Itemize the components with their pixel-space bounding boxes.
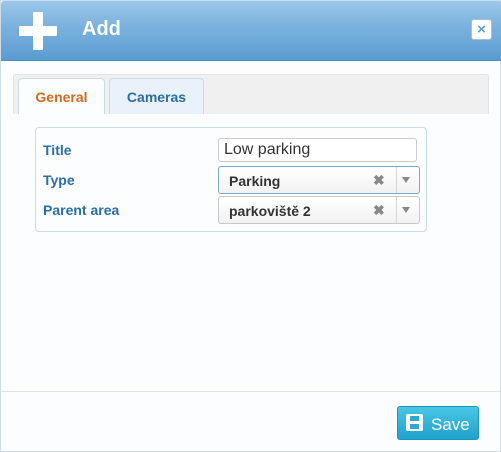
plus-icon [19, 12, 57, 50]
type-select-value: Parking [229, 173, 281, 189]
add-dialog: Add × General Cameras Title Type Parking… [0, 0, 501, 452]
chevron-down-icon[interactable] [402, 177, 410, 183]
tab-cameras[interactable]: Cameras [109, 78, 204, 115]
parent-area-label: Parent area [43, 202, 120, 218]
save-button[interactable]: Save [397, 406, 479, 440]
type-label: Type [43, 172, 75, 188]
clear-icon[interactable]: ✖ [373, 172, 385, 189]
save-button-label: Save [431, 415, 470, 434]
tab-bar: General Cameras [13, 74, 489, 115]
floppy-disk-icon [406, 414, 423, 431]
chevron-down-icon[interactable] [402, 207, 410, 213]
dialog-title: Add [82, 18, 121, 40]
title-input[interactable] [218, 138, 417, 162]
clear-icon[interactable]: ✖ [373, 202, 385, 219]
footer-divider [1, 391, 501, 392]
tab-general[interactable]: General [18, 78, 105, 115]
select-divider [396, 167, 397, 193]
dialog-header: Add × [1, 1, 501, 61]
parent-area-select-value: parkoviště 2 [229, 203, 311, 219]
select-divider [396, 197, 397, 223]
type-select[interactable]: Parking ✖ [218, 166, 420, 194]
close-icon[interactable]: × [471, 19, 492, 40]
parent-area-select[interactable]: parkoviště 2 ✖ [218, 196, 420, 224]
title-label: Title [43, 142, 72, 158]
